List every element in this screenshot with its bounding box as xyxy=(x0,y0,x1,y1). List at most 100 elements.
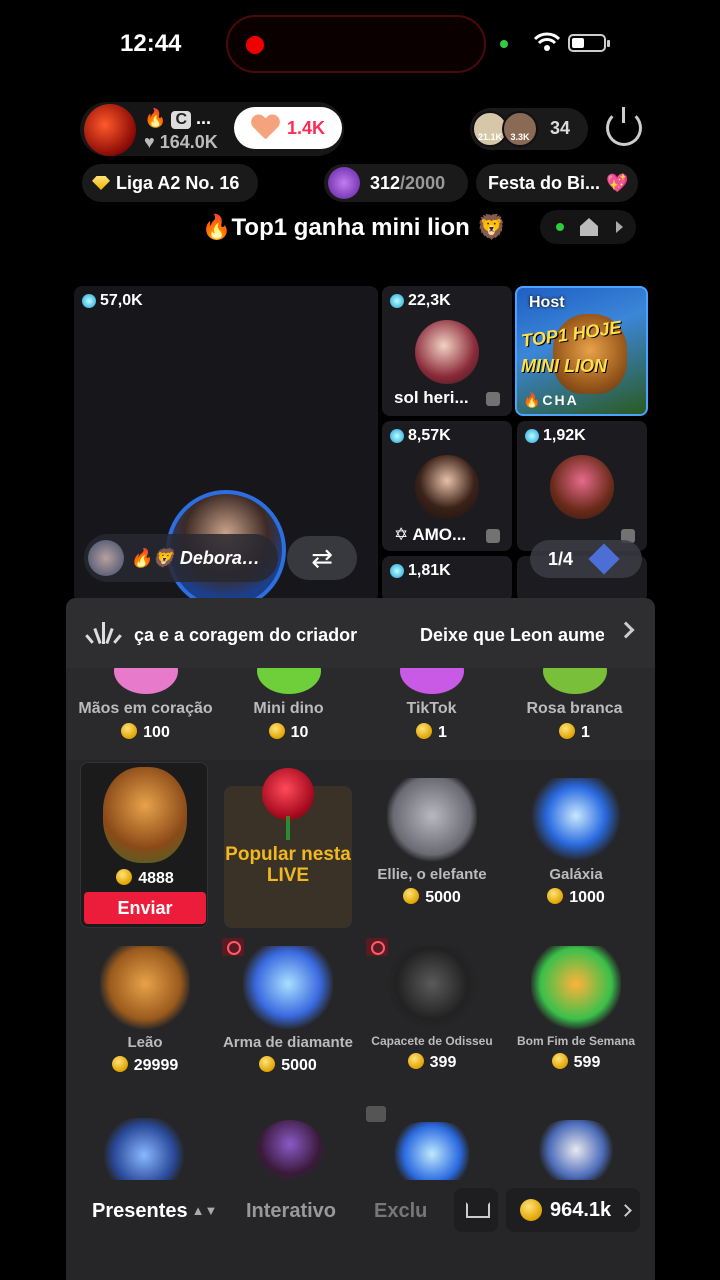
host-name: 🔥 C ... xyxy=(144,108,211,129)
wifi-icon xyxy=(534,32,560,51)
dynamic-island xyxy=(226,15,486,73)
chevron-right-icon xyxy=(619,1203,633,1217)
camera-indicator-icon xyxy=(500,40,508,48)
gem-icon xyxy=(390,294,404,308)
guest-tile[interactable]: 1,92K xyxy=(517,421,647,551)
gift-name: Leão xyxy=(127,1034,163,1051)
gift-name: Mãos em coração xyxy=(78,700,213,717)
coin-icon xyxy=(547,888,564,904)
gift-price: 1000 xyxy=(506,888,646,907)
coin-icon xyxy=(268,723,285,739)
gift-item[interactable]: Arma de diamante 5000 xyxy=(218,946,358,1075)
gift-name: Bom Fim de Semana xyxy=(516,1034,636,1048)
coin-icon xyxy=(416,723,433,739)
cube-icon xyxy=(588,543,620,575)
guest-avatar xyxy=(88,540,124,576)
gift-item[interactable]: Leão 29999 xyxy=(75,946,215,1075)
balance-value: 964.1k xyxy=(550,1198,612,1221)
megaphone-icon xyxy=(366,1106,386,1122)
host-name: 🔥CHA xyxy=(523,392,579,408)
play-arrow-icon[interactable] xyxy=(616,221,623,233)
gift-name: Arma de diamante xyxy=(222,1034,354,1051)
ticker-text: ça e a coragem do criador xyxy=(134,625,358,645)
gift-item[interactable]: Rosa branca 1 xyxy=(501,668,648,742)
fire-emoji: 🔥 xyxy=(144,108,167,128)
like-button[interactable]: 1.4K xyxy=(234,107,342,149)
festa-chip[interactable]: Festa do Bi... 💖 xyxy=(476,164,638,202)
festa-label: Festa do Bi... xyxy=(488,172,601,193)
guest-avatar xyxy=(415,455,479,519)
lion-gift-image xyxy=(100,946,190,1030)
page-indicator[interactable]: 1/4 xyxy=(530,540,642,578)
zeus-gift-image[interactable] xyxy=(536,1120,616,1180)
gift-item[interactable]: TikTok 1 xyxy=(358,668,505,742)
mic-muted-icon xyxy=(486,529,500,543)
gift-item[interactable]: Galáxia 1000 xyxy=(506,778,646,907)
tab-exclusive[interactable]: Exclu xyxy=(374,1200,428,1223)
gift-panel-ticker[interactable]: ça e a coragem do criador Deixe que Leon… xyxy=(66,598,655,668)
host-tile[interactable]: Host TOP1 HOJE MINI LION 🔥CHA xyxy=(515,286,648,416)
promo-text: MINI LION xyxy=(521,356,607,376)
coin-icon xyxy=(520,1199,542,1221)
crown-icon[interactable] xyxy=(454,1188,498,1232)
viewer-count: 34 xyxy=(550,118,571,138)
chevron-right-icon[interactable] xyxy=(617,621,635,639)
guest-tile[interactable]: 1,81K xyxy=(382,556,512,602)
sparkle-icon xyxy=(85,622,122,645)
host-name-badge: C xyxy=(171,111,191,129)
home-icon[interactable] xyxy=(580,218,598,236)
gift-image xyxy=(399,668,464,694)
room-controls[interactable] xyxy=(540,210,636,244)
gift-item[interactable]: Bom Fim de Semana 599 xyxy=(506,946,646,1072)
viewer-avatar[interactable]: 3.3K xyxy=(502,111,538,147)
tab-presents[interactable]: Presentes ▲▼ xyxy=(92,1200,217,1223)
goal-chip[interactable]: 312/2000 xyxy=(324,164,468,202)
coin-icon xyxy=(559,723,576,739)
league-chip[interactable]: Liga A2 No. 16 xyxy=(82,164,258,202)
guest-tile[interactable]: 22,3K sol heri... xyxy=(382,286,512,416)
battery-icon xyxy=(568,34,610,52)
rose-icon xyxy=(262,768,314,820)
gift-name: Mini dino xyxy=(253,700,324,717)
coin-icon xyxy=(121,723,138,739)
guest-name: 🔥🦁 Debora… xyxy=(130,547,260,568)
gem-icon xyxy=(390,429,404,443)
page-label: 1/4 xyxy=(548,548,574,569)
tab-interactive[interactable]: Interativo xyxy=(246,1200,336,1223)
like-count: 1.4K xyxy=(286,117,326,138)
galaxy-gift-image xyxy=(531,778,621,862)
coin-balance-button[interactable]: 964.1k xyxy=(506,1188,640,1232)
tiktok-live-gift-image[interactable] xyxy=(392,1122,472,1180)
gift-price: 100 xyxy=(72,723,219,742)
send-button[interactable]: Enviar xyxy=(84,892,206,924)
score: 1,92K xyxy=(525,427,586,445)
guest-name: sol heri... xyxy=(394,388,469,407)
gift-name: TikTok xyxy=(406,700,457,717)
popular-gift-card[interactable]: Popular nesta LIVE xyxy=(224,768,352,928)
gift-price: 5000 xyxy=(362,888,502,907)
coin-icon xyxy=(259,1056,276,1072)
viewer-list[interactable]: 21.1K 3.3K 34 xyxy=(470,108,588,150)
gift-image xyxy=(256,668,321,694)
score: 8,57K xyxy=(390,427,451,445)
jet-gift-image[interactable] xyxy=(104,1118,184,1180)
diamond-gun-gift-image xyxy=(243,946,333,1030)
gift-item[interactable]: Mãos em coração 100 xyxy=(72,668,219,742)
gift-item[interactable]: Capacete de Odisseu 399 xyxy=(362,946,502,1072)
gift-price: 4888 xyxy=(81,869,209,888)
host-avatar[interactable] xyxy=(84,104,136,156)
gem-icon xyxy=(525,429,539,443)
guest-name-strip[interactable]: 🔥🦁 Debora… xyxy=(84,534,278,582)
mic-muted-icon xyxy=(486,392,500,406)
score: 1,81K xyxy=(390,562,451,580)
gift-price: 10 xyxy=(215,723,362,742)
gift-item[interactable]: Mini dino 10 xyxy=(215,668,362,742)
guest-tile[interactable]: 8,57K ✡ AMO... xyxy=(382,421,512,551)
gift-item[interactable]: Ellie, o elefante 5000 xyxy=(362,778,502,907)
league-label: Liga A2 No. 16 xyxy=(116,172,240,193)
power-icon[interactable] xyxy=(606,107,642,146)
crown-gift-image[interactable] xyxy=(256,1120,324,1180)
recording-icon xyxy=(246,36,264,54)
gem-icon xyxy=(390,564,404,578)
swap-layout-button[interactable]: ⇄ xyxy=(287,536,357,580)
